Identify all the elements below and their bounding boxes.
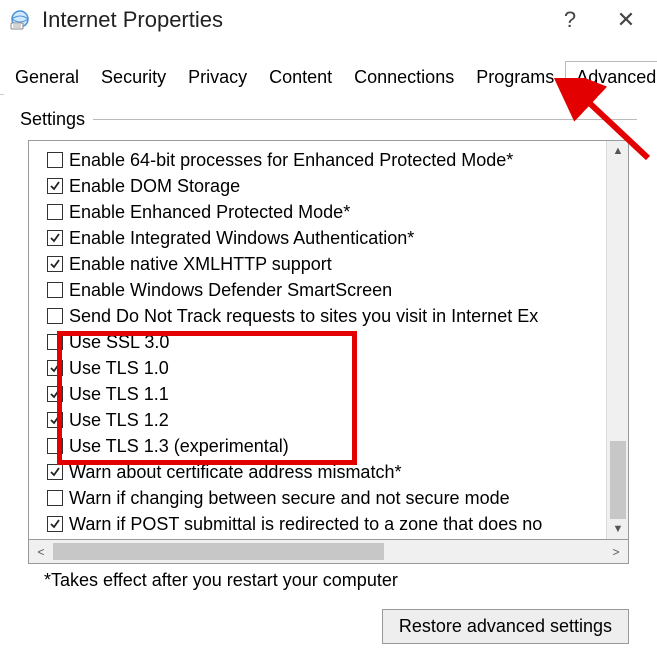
item-label: Use TLS 1.1 bbox=[69, 381, 169, 407]
list-item[interactable]: Enable Integrated Windows Authentication… bbox=[47, 225, 606, 251]
item-label: Warn about certificate address mismatch* bbox=[69, 459, 401, 485]
item-label: Use TLS 1.0 bbox=[69, 355, 169, 381]
close-button[interactable]: ✕ bbox=[613, 9, 639, 31]
settings-listbox: Enable 64-bit processes for Enhanced Pro… bbox=[28, 140, 629, 540]
scroll-right-arrow[interactable]: > bbox=[604, 540, 628, 563]
window-title: Internet Properties bbox=[42, 7, 557, 33]
list-item[interactable]: Warn if POST submittal is redirected to … bbox=[47, 511, 606, 537]
checkbox[interactable] bbox=[47, 178, 63, 194]
scroll-down-arrow[interactable]: ▼ bbox=[607, 519, 629, 539]
scroll-up-arrow[interactable]: ▲ bbox=[607, 141, 629, 161]
list-item[interactable]: Warn if changing between secure and not … bbox=[47, 485, 606, 511]
list-item[interactable]: Send Do Not Track requests to sites you … bbox=[47, 303, 606, 329]
checkbox[interactable] bbox=[47, 308, 63, 324]
item-label: Use TLS 1.3 (experimental) bbox=[69, 433, 289, 459]
vertical-scroll-thumb[interactable] bbox=[610, 441, 626, 519]
list-item[interactable]: Enable DOM Storage bbox=[47, 173, 606, 199]
tab-connections[interactable]: Connections bbox=[343, 61, 465, 95]
footnote-text: *Takes effect after you restart your com… bbox=[44, 570, 629, 591]
tab-content[interactable]: Content bbox=[258, 61, 343, 95]
group-separator bbox=[93, 119, 637, 120]
horizontal-scrollbar[interactable]: < > bbox=[28, 540, 629, 564]
checkbox[interactable] bbox=[47, 152, 63, 168]
list-item[interactable]: Enable native XMLHTTP support bbox=[47, 251, 606, 277]
list-item[interactable]: Enable Windows Defender SmartScreen bbox=[47, 277, 606, 303]
group-label: Settings bbox=[20, 109, 93, 130]
item-label: Enable Enhanced Protected Mode* bbox=[69, 199, 350, 225]
horizontal-scroll-thumb[interactable] bbox=[53, 543, 384, 560]
item-label: Enable Integrated Windows Authentication… bbox=[69, 225, 414, 251]
titlebar: Internet Properties ? ✕ bbox=[0, 0, 657, 44]
help-button[interactable]: ? bbox=[557, 9, 583, 31]
tab-privacy[interactable]: Privacy bbox=[177, 61, 258, 95]
checkbox[interactable] bbox=[47, 360, 63, 376]
list-item[interactable]: Use TLS 1.2 bbox=[47, 407, 606, 433]
checkbox[interactable] bbox=[47, 490, 63, 506]
checkbox[interactable] bbox=[47, 464, 63, 480]
tab-advanced[interactable]: Advanced bbox=[565, 61, 657, 95]
list-item[interactable]: Warn about certificate address mismatch* bbox=[47, 459, 606, 485]
list-item[interactable]: Use SSL 3.0 bbox=[47, 329, 606, 355]
list-item[interactable]: Enable Enhanced Protected Mode* bbox=[47, 199, 606, 225]
item-label: Warn if POST submittal is redirected to … bbox=[69, 511, 542, 537]
checkbox[interactable] bbox=[47, 516, 63, 532]
checkbox[interactable] bbox=[47, 386, 63, 402]
tab-programs[interactable]: Programs bbox=[465, 61, 565, 95]
item-label: Enable native XMLHTTP support bbox=[69, 251, 332, 277]
list-item[interactable]: Enable 64-bit processes for Enhanced Pro… bbox=[47, 147, 606, 173]
settings-list[interactable]: Enable 64-bit processes for Enhanced Pro… bbox=[29, 141, 606, 539]
checkbox[interactable] bbox=[47, 334, 63, 350]
vertical-scrollbar[interactable]: ▲ ▼ bbox=[606, 141, 628, 539]
checkbox[interactable] bbox=[47, 204, 63, 220]
tab-security[interactable]: Security bbox=[90, 61, 177, 95]
item-label: Warn if changing between secure and not … bbox=[69, 485, 510, 511]
list-item[interactable]: Use TLS 1.1 bbox=[47, 381, 606, 407]
list-item[interactable]: Use TLS 1.0 bbox=[47, 355, 606, 381]
item-label: Enable Windows Defender SmartScreen bbox=[69, 277, 392, 303]
internet-options-icon bbox=[8, 8, 32, 32]
list-item[interactable]: Use TLS 1.3 (experimental) bbox=[47, 433, 606, 459]
tab-strip: GeneralSecurityPrivacyContentConnections… bbox=[0, 44, 657, 95]
settings-group: Settings bbox=[20, 109, 637, 130]
item-label: Enable 64-bit processes for Enhanced Pro… bbox=[69, 147, 513, 173]
item-label: Enable DOM Storage bbox=[69, 173, 240, 199]
item-label: Use TLS 1.2 bbox=[69, 407, 169, 433]
restore-advanced-settings-button[interactable]: Restore advanced settings bbox=[382, 609, 629, 644]
item-label: Send Do Not Track requests to sites you … bbox=[69, 303, 538, 329]
scroll-left-arrow[interactable]: < bbox=[29, 540, 53, 563]
checkbox[interactable] bbox=[47, 438, 63, 454]
checkbox[interactable] bbox=[47, 282, 63, 298]
checkbox[interactable] bbox=[47, 412, 63, 428]
tab-general[interactable]: General bbox=[4, 61, 90, 95]
checkbox[interactable] bbox=[47, 256, 63, 272]
checkbox[interactable] bbox=[47, 230, 63, 246]
item-label: Use SSL 3.0 bbox=[69, 329, 169, 355]
